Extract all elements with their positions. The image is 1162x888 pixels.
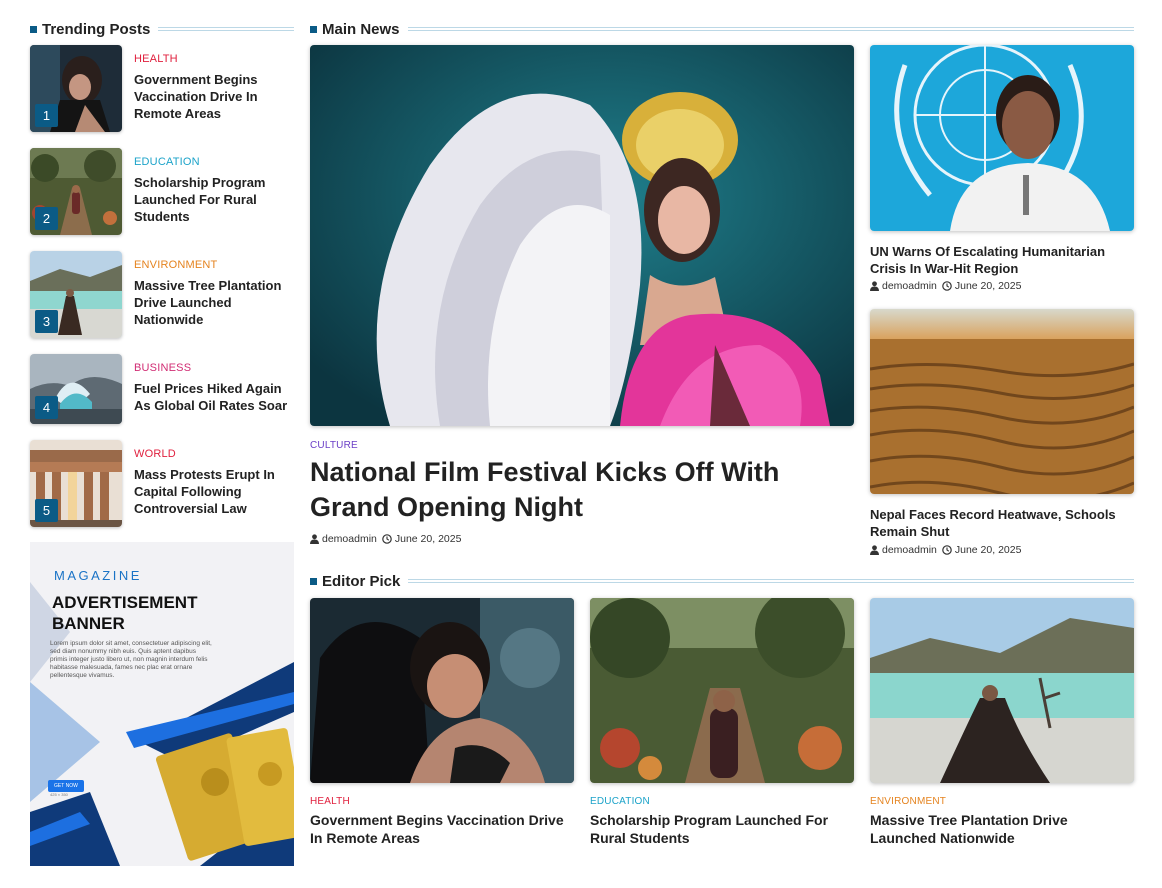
side-news-image-1[interactable] xyxy=(870,45,1134,231)
trending-title[interactable]: Government Begins Vaccination Drive In R… xyxy=(134,71,294,122)
editor-pick-title: Editor Pick xyxy=(322,572,401,590)
featured-news-image[interactable] xyxy=(310,45,854,426)
trending-item-2[interactable]: 2 EDUCATION Scholarship Program Launched… xyxy=(30,148,294,235)
featured-category[interactable]: CULTURE xyxy=(310,440,358,451)
trending-category[interactable]: HEALTH xyxy=(134,53,294,65)
editor-pick-category-3[interactable]: ENVIRONMENT xyxy=(870,796,946,807)
editor-pick-image-3[interactable] xyxy=(870,598,1134,783)
featured-meta: demoadmin June 20, 2025 xyxy=(310,533,461,545)
section-marker xyxy=(310,577,317,585)
main-news-title: Main News xyxy=(322,20,400,38)
trending-thumb-4[interactable]: 4 xyxy=(30,354,122,424)
user-icon xyxy=(870,281,879,291)
trending-rank-badge: 1 xyxy=(35,104,58,127)
side-news-title-2[interactable]: Nepal Faces Record Heatwave, Schools Rem… xyxy=(870,506,1134,540)
clock-icon xyxy=(382,534,392,544)
advertisement-banner[interactable]: MAGAZINE ADVERTISEMENT BANNER Lorem ipsu… xyxy=(30,542,294,866)
ad-get-now-button[interactable]: GET NOW xyxy=(48,780,84,792)
clock-icon xyxy=(942,545,952,555)
trending-posts-header: Trending Posts xyxy=(30,20,294,38)
trending-rank-badge: 3 xyxy=(35,310,58,333)
trending-item-3[interactable]: 3 ENVIRONMENT Massive Tree Plantation Dr… xyxy=(30,251,294,338)
editor-pick-title-2[interactable]: Scholarship Program Launched For Rural S… xyxy=(590,811,854,847)
featured-title[interactable]: National Film Festival Kicks Off With Gr… xyxy=(310,455,850,525)
side-news-title-1[interactable]: UN Warns Of Escalating Humanitarian Cris… xyxy=(870,243,1134,277)
side-news-meta-1: demoadmin June 20, 2025 xyxy=(870,280,1021,292)
trending-title[interactable]: Mass Protests Erupt In Capital Following… xyxy=(134,466,294,517)
side-news-image-2[interactable] xyxy=(870,309,1134,494)
trending-thumb-1[interactable]: 1 xyxy=(30,45,122,132)
ad-body-text: Lorem ipsum dolor sit amet, consectetuer… xyxy=(50,640,212,679)
editor-pick-title-3[interactable]: Massive Tree Plantation Drive Launched N… xyxy=(870,811,1134,847)
trending-title[interactable]: Massive Tree Plantation Drive Launched N… xyxy=(134,277,294,328)
trending-rank-badge: 4 xyxy=(35,396,58,419)
side-news-meta-2: demoadmin June 20, 2025 xyxy=(870,544,1021,556)
editor-pick-category-2[interactable]: EDUCATION xyxy=(590,796,650,807)
main-news-header: Main News xyxy=(310,20,1134,38)
user-icon xyxy=(870,545,879,555)
trending-category[interactable]: EDUCATION xyxy=(134,156,294,168)
trending-rank-badge: 2 xyxy=(35,207,58,230)
trending-rank-badge: 5 xyxy=(35,499,58,522)
trending-title[interactable]: Fuel Prices Hiked Again As Global Oil Ra… xyxy=(134,380,294,414)
section-divider xyxy=(408,579,1134,583)
trending-item-4[interactable]: 4 BUSINESS Fuel Prices Hiked Again As Gl… xyxy=(30,354,294,424)
editor-pick-image-2[interactable] xyxy=(590,598,854,783)
editor-pick-title-1[interactable]: Government Begins Vaccination Drive In R… xyxy=(310,811,574,847)
trending-item-5[interactable]: 5 WORLD Mass Protests Erupt In Capital F… xyxy=(30,440,294,527)
post-date: June 20, 2025 xyxy=(394,533,462,545)
trending-thumb-5[interactable]: 5 xyxy=(30,440,122,527)
ad-size-label: 425 × 350 xyxy=(50,792,68,797)
trending-category[interactable]: WORLD xyxy=(134,448,294,460)
post-date: June 20, 2025 xyxy=(954,280,1022,292)
trending-thumb-3[interactable]: 3 xyxy=(30,251,122,338)
section-marker xyxy=(310,25,317,33)
section-divider xyxy=(158,27,294,31)
section-divider xyxy=(407,27,1134,31)
trending-item-1[interactable]: 1 HEALTH Government Begins Vaccination D… xyxy=(30,45,294,132)
author-name[interactable]: demoadmin xyxy=(882,544,937,556)
editor-pick-category-1[interactable]: HEALTH xyxy=(310,796,350,807)
trending-thumb-2[interactable]: 2 xyxy=(30,148,122,235)
trending-posts-title: Trending Posts xyxy=(42,20,151,38)
ad-magazine-label: MAGAZINE xyxy=(54,568,142,583)
clock-icon xyxy=(942,281,952,291)
post-date: June 20, 2025 xyxy=(954,544,1022,556)
author-name[interactable]: demoadmin xyxy=(322,533,377,545)
author-name[interactable]: demoadmin xyxy=(882,280,937,292)
trending-category[interactable]: ENVIRONMENT xyxy=(134,259,294,271)
editor-pick-header: Editor Pick xyxy=(310,572,1134,590)
ad-title: ADVERTISEMENT BANNER xyxy=(52,593,198,633)
section-marker xyxy=(30,25,37,33)
user-icon xyxy=(310,534,319,544)
trending-title[interactable]: Scholarship Program Launched For Rural S… xyxy=(134,174,294,225)
trending-category[interactable]: BUSINESS xyxy=(134,362,294,374)
editor-pick-image-1[interactable] xyxy=(310,598,574,783)
